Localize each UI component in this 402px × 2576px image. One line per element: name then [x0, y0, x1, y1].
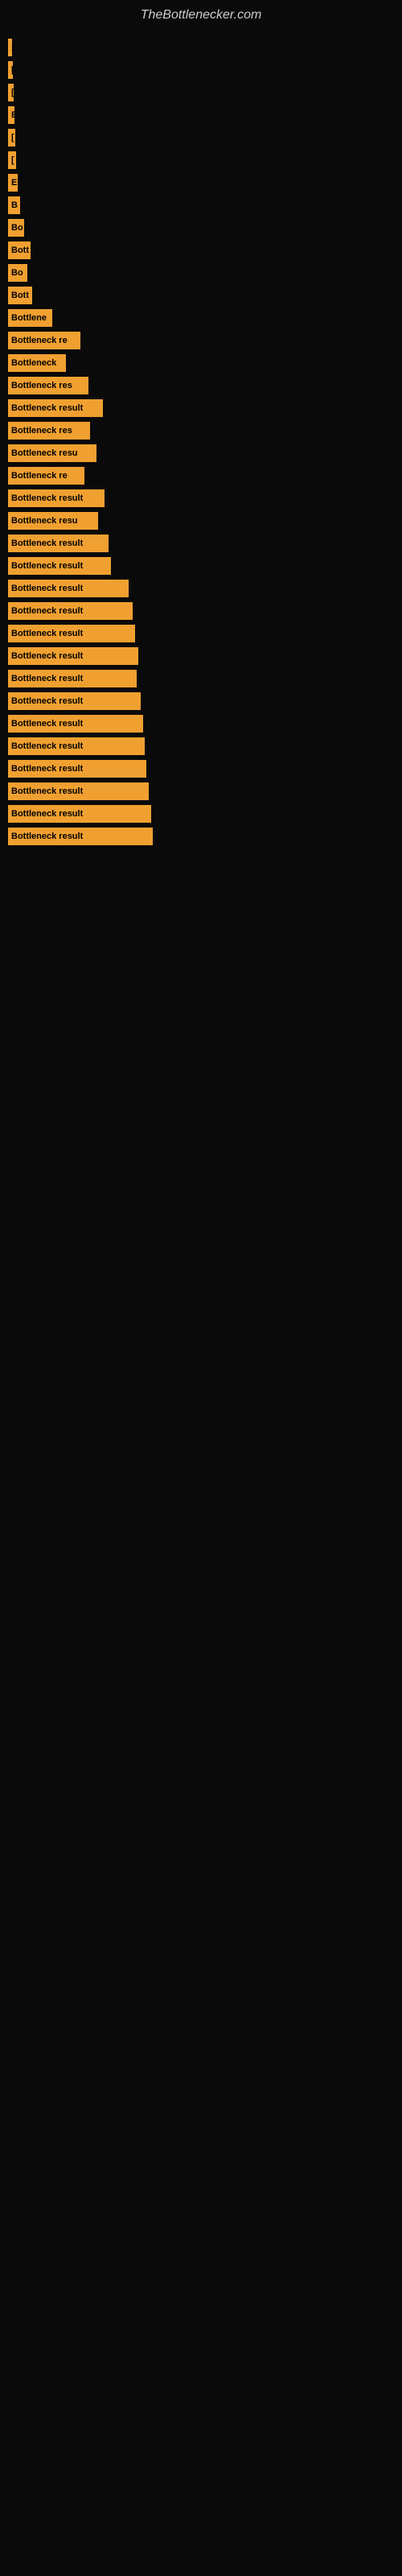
- bar-row: Bottleneck result: [0, 782, 402, 800]
- bar-row: Bottleneck result: [0, 692, 402, 710]
- bar-row: Bottleneck result: [0, 760, 402, 778]
- site-title: TheBottlenecker.com: [0, 0, 402, 39]
- result-bar: Bottleneck result: [8, 715, 143, 733]
- bar-row: Bo: [0, 264, 402, 282]
- result-bar: Bo: [8, 219, 24, 237]
- result-bar: Bottleneck result: [8, 692, 141, 710]
- result-bar: Bottleneck result: [8, 625, 135, 642]
- result-bar: Bottleneck result: [8, 489, 105, 507]
- result-bar: Bottleneck result: [8, 760, 146, 778]
- result-bar: Bottleneck re: [8, 332, 80, 349]
- bar-row: Bottleneck re: [0, 467, 402, 485]
- bar-row: B: [0, 196, 402, 214]
- bar-row: Bottleneck result: [0, 805, 402, 823]
- bar-row: Bott: [0, 287, 402, 304]
- result-bar: Bottleneck result: [8, 535, 109, 552]
- result-bar: E: [8, 106, 14, 124]
- bar-row: Bottleneck result: [0, 535, 402, 552]
- result-bar: Bottleneck result: [8, 557, 111, 575]
- result-bar: Bott: [8, 242, 31, 259]
- bar-row: Bottleneck result: [0, 489, 402, 507]
- result-bar: Bottleneck result: [8, 647, 138, 665]
- bar-row: Bottleneck result: [0, 647, 402, 665]
- bar-row: [: [0, 61, 402, 79]
- bar-row: Bottlene: [0, 309, 402, 327]
- bar-row: [: [0, 84, 402, 101]
- bar-row: Bottleneck result: [0, 602, 402, 620]
- result-bar: Bottleneck res: [8, 377, 88, 394]
- bar-row: Bo: [0, 219, 402, 237]
- result-bar: Bottleneck result: [8, 828, 153, 845]
- bar-row: Bottleneck result: [0, 580, 402, 597]
- result-bar: Bottleneck result: [8, 737, 145, 755]
- bar-row: Bottleneck resu: [0, 444, 402, 462]
- result-bar: E: [8, 174, 18, 192]
- bar-row: Bottleneck result: [0, 828, 402, 845]
- bar-row: E: [0, 174, 402, 192]
- bar-row: Bottleneck re: [0, 332, 402, 349]
- bar-row: Bottleneck resu: [0, 512, 402, 530]
- bar-row: |: [0, 39, 402, 56]
- result-bar: Bottleneck res: [8, 422, 90, 440]
- result-bar: Bo: [8, 264, 27, 282]
- result-bar: Bottleneck: [8, 354, 66, 372]
- bar-row: Bottleneck result: [0, 715, 402, 733]
- bar-row: Bottleneck result: [0, 737, 402, 755]
- result-bar: Bottleneck resu: [8, 444, 96, 462]
- bar-row: Bott: [0, 242, 402, 259]
- bar-row: Bottleneck res: [0, 422, 402, 440]
- bar-row: Bottleneck result: [0, 670, 402, 687]
- bar-row: [: [0, 151, 402, 169]
- result-bar: Bott: [8, 287, 32, 304]
- result-bar: Bottleneck result: [8, 580, 129, 597]
- result-bar: B: [8, 196, 20, 214]
- result-bar: Bottleneck result: [8, 805, 151, 823]
- bar-row: Bottleneck res: [0, 377, 402, 394]
- result-bar: Bottleneck re: [8, 467, 84, 485]
- bar-row: Bottleneck: [0, 354, 402, 372]
- result-bar: Bottleneck result: [8, 670, 137, 687]
- result-bar: [: [8, 84, 14, 101]
- result-bar: [: [8, 151, 16, 169]
- result-bar: |: [8, 39, 12, 56]
- bar-row: E: [0, 106, 402, 124]
- result-bar: [: [8, 129, 15, 147]
- bar-row: Bottleneck result: [0, 625, 402, 642]
- bar-row: Bottleneck result: [0, 399, 402, 417]
- result-bar: Bottleneck result: [8, 782, 149, 800]
- bar-row: [: [0, 129, 402, 147]
- result-bar: Bottlene: [8, 309, 52, 327]
- result-bar: Bottleneck resu: [8, 512, 98, 530]
- result-bar: Bottleneck result: [8, 399, 103, 417]
- result-bar: [: [8, 61, 13, 79]
- bar-row: Bottleneck result: [0, 557, 402, 575]
- result-bar: Bottleneck result: [8, 602, 133, 620]
